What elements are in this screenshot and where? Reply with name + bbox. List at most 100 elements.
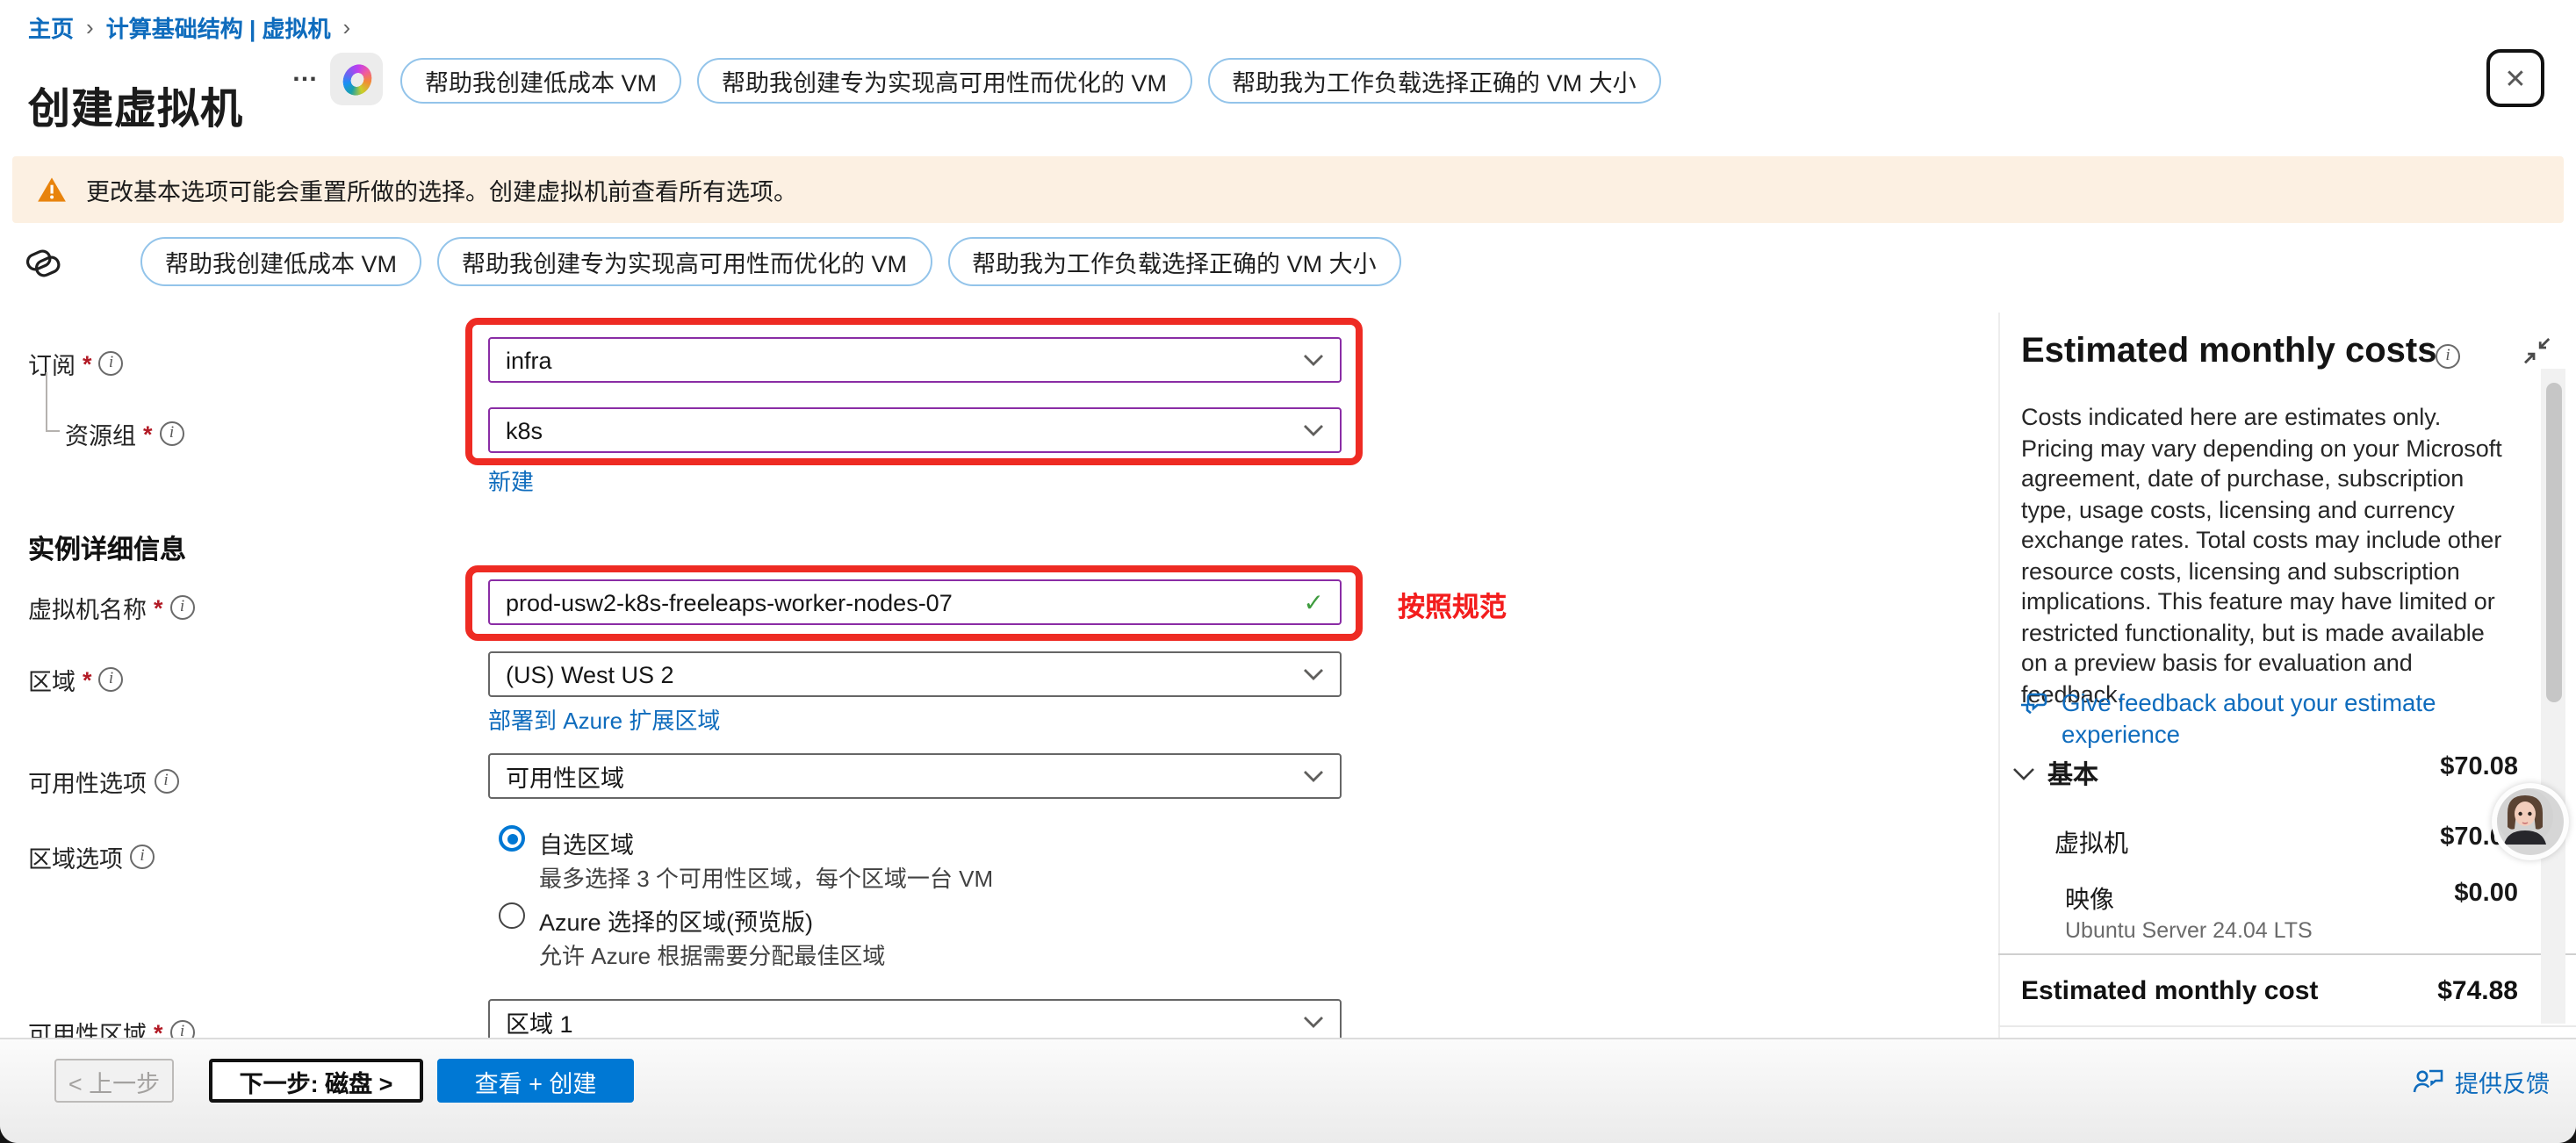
breadcrumb: 主页 › 计算基础结构 | 虚拟机 › (28, 11, 350, 44)
create-new-resource-group-link[interactable]: 新建 (488, 464, 534, 497)
hierarchy-connector-horizontal (46, 430, 60, 432)
suggestion-right-vm-size-button[interactable]: 帮助我为工作负载选择正确的 VM 大小 (1207, 58, 1661, 104)
chevron-right-icon: › (342, 14, 350, 40)
next-step-disks-button[interactable]: 下一步: 磁盘 > (209, 1059, 423, 1103)
resource-group-value: k8s (506, 417, 543, 443)
create-vm-page: 主页 › 计算基础结构 | 虚拟机 › 创建虚拟机 … 帮助我创建低成本 VM … (0, 0, 2576, 1143)
subscription-label: 订阅 * i (28, 346, 124, 381)
main-content: 主页 › 计算基础结构 | 虚拟机 › 创建虚拟机 … 帮助我创建低成本 VM … (0, 0, 2576, 1039)
cost-feedback-link[interactable]: Give feedback about your estimate experi… (2018, 688, 2497, 750)
suggestion-low-cost-vm-button[interactable]: 帮助我创建低成本 VM (140, 237, 421, 286)
resource-group-dropdown[interactable]: k8s (488, 407, 1342, 453)
vm-name-value: prod-usw2-k8s-freeleaps-worker-nodes-07 (506, 589, 953, 615)
self-selected-zone-radio-label[interactable]: 自选区域 (539, 825, 634, 860)
cost-group-label[interactable]: 基本 (2047, 755, 2098, 792)
cost-panel-title: Estimated monthly costs (2021, 332, 2436, 372)
availability-options-value: 可用性区域 (506, 758, 624, 794)
cost-total-label: Estimated monthly cost (2021, 976, 2318, 1006)
feedback-bubbles-icon (2018, 688, 2049, 720)
azure-selected-zone-radio-label[interactable]: Azure 选择的区域(预览版) (539, 902, 813, 938)
suggestion-high-availability-vm-button[interactable]: 帮助我创建专为实现高可用性而优化的 VM (697, 58, 1191, 104)
required-asterisk: * (154, 594, 163, 621)
chevron-down-icon (1303, 353, 1324, 367)
cost-disclaimer-text: Costs indicated here are estimates only.… (2021, 402, 2506, 709)
review-create-button[interactable]: 查看 + 创建 (437, 1059, 634, 1103)
subscription-value: infra (506, 347, 552, 373)
copilot-outline-icon (21, 241, 65, 284)
subscription-dropdown[interactable]: infra (488, 337, 1342, 383)
region-label: 区域 * i (28, 662, 124, 697)
availability-options-label: 可用性选项 i (28, 764, 178, 799)
resource-group-label: 资源组 * i (65, 416, 184, 451)
azure-selected-zone-description: 允许 Azure 根据需要分配最佳区域 (539, 938, 885, 971)
region-value: (US) West US 2 (506, 661, 674, 687)
info-icon[interactable]: i (2436, 344, 2460, 369)
info-icon[interactable]: i (170, 595, 195, 620)
required-asterisk: * (83, 666, 92, 693)
info-icon[interactable]: i (170, 1020, 195, 1039)
cost-item-amount: $0.00 (2454, 880, 2518, 908)
copilot-suggestions-header: 帮助我创建低成本 VM 帮助我创建专为实现高可用性而优化的 VM 帮助我为工作负… (400, 58, 1661, 104)
suggestion-high-availability-vm-button[interactable]: 帮助我创建专为实现高可用性而优化的 VM (437, 237, 932, 286)
chevron-down-icon[interactable] (2012, 766, 2035, 781)
required-asterisk: * (143, 421, 153, 447)
cost-total-amount: $74.88 (2437, 976, 2518, 1006)
availability-zone-value: 区域 1 (506, 1004, 573, 1039)
copilot-suggestions-bar: 帮助我创建低成本 VM 帮助我创建专为实现高可用性而优化的 VM 帮助我为工作负… (140, 237, 1401, 286)
collapse-panel-icon[interactable] (2523, 337, 2551, 365)
availability-zone-dropdown[interactable]: 区域 1 (488, 999, 1342, 1039)
avatar-image (2497, 788, 2553, 845)
cost-item-sublabel: Ubuntu Server 24.04 LTS (2065, 918, 2313, 943)
warning-banner: 更改基本选项可能会重置所做的选择。创建虚拟机前查看所有选项。 (12, 156, 2564, 223)
cost-item-label: 映像 (2065, 881, 2114, 917)
close-button[interactable]: ✕ (2486, 49, 2544, 107)
vm-name-label: 虚拟机名称 * i (28, 590, 195, 625)
warning-icon (37, 176, 67, 204)
deploy-edge-zone-link[interactable]: 部署到 Azure 扩展区域 (488, 702, 720, 736)
previous-step-button[interactable]: < 上一步 (54, 1059, 174, 1103)
chevron-down-icon (1303, 1015, 1324, 1029)
self-selected-zone-description: 最多选择 3 个可用性区域，每个区域一台 VM (539, 860, 993, 894)
info-icon[interactable]: i (160, 421, 184, 446)
divider (1998, 1025, 2576, 1027)
breadcrumb-link-virtual-machines[interactable]: 计算基础结构 | 虚拟机 (106, 11, 331, 44)
footer-bar: < 上一步 下一步: 磁盘 > 查看 + 创建 提供反馈 (0, 1039, 2576, 1143)
info-icon[interactable]: i (99, 351, 124, 376)
info-icon[interactable]: i (130, 845, 155, 869)
suggestion-low-cost-vm-button[interactable]: 帮助我创建低成本 VM (400, 58, 681, 104)
required-asterisk: * (83, 350, 92, 377)
region-dropdown[interactable]: (US) West US 2 (488, 651, 1342, 697)
warning-banner-text: 更改基本选项可能会重置所做的选择。创建虚拟机前查看所有选项。 (86, 172, 797, 207)
chevron-down-icon (1303, 667, 1324, 681)
panel-scrollbar-thumb[interactable] (2546, 383, 2562, 702)
azure-selected-zone-radio[interactable] (499, 902, 525, 929)
availability-options-dropdown[interactable]: 可用性区域 (488, 753, 1342, 799)
suggestion-right-vm-size-button[interactable]: 帮助我为工作负载选择正确的 VM 大小 (947, 237, 1401, 286)
annotation-note: 按照规范 (1398, 586, 1507, 625)
avatar[interactable] (2492, 783, 2569, 860)
info-icon[interactable]: i (99, 667, 124, 692)
info-icon[interactable]: i (154, 769, 178, 794)
cost-item-label: 虚拟机 (2054, 825, 2128, 860)
cost-feedback-link-text: Give feedback about your estimate experi… (2062, 688, 2497, 750)
page-title: 创建虚拟机 (28, 74, 243, 135)
validation-check-icon: ✓ (1304, 588, 1324, 618)
availability-zone-label: 可用性区域 * i (28, 1015, 195, 1039)
self-selected-zone-radio[interactable] (499, 825, 525, 852)
instance-details-section-title: 实例详细信息 (28, 530, 186, 567)
divider (1998, 953, 2576, 955)
required-asterisk: * (154, 1019, 163, 1039)
copilot-icon (340, 60, 373, 98)
cost-group-amount: $70.08 (2440, 753, 2518, 781)
more-menu-button[interactable]: … (291, 58, 320, 88)
give-feedback-label: 提供反馈 (2455, 1064, 2550, 1099)
panel-divider (1998, 313, 2000, 1039)
breadcrumb-link-home[interactable]: 主页 (28, 11, 74, 44)
chevron-down-icon (1303, 769, 1324, 783)
chevron-down-icon (1303, 423, 1324, 437)
give-feedback-link[interactable]: 提供反馈 (2413, 1064, 2550, 1099)
vm-name-input[interactable]: prod-usw2-k8s-freeleaps-worker-nodes-07 … (488, 579, 1342, 625)
hierarchy-connector-vertical (46, 372, 47, 430)
copilot-button[interactable] (330, 53, 383, 105)
close-icon: ✕ (2504, 62, 2526, 94)
